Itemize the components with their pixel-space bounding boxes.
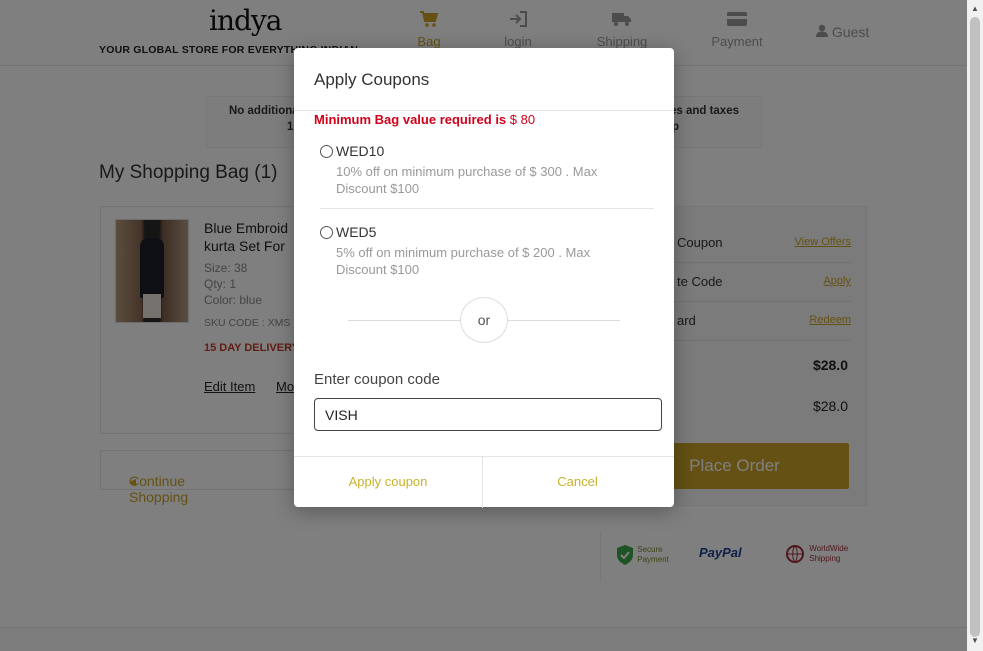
dialog-title: Apply Coupons xyxy=(314,70,430,89)
divider xyxy=(294,110,674,111)
min-bag-amount: $ 80 xyxy=(509,112,536,127)
coupon-code: WED10 xyxy=(336,143,385,159)
coupon-code-input[interactable] xyxy=(314,398,662,431)
scroll-up-arrow-icon[interactable]: ▲ xyxy=(971,4,979,13)
or-separator: or xyxy=(460,297,508,343)
coupon-option-wed5[interactable]: WED5 5% off on minimum purchase of $ 200… xyxy=(320,224,654,278)
dialog-footer: Apply coupon Cancel xyxy=(294,456,674,508)
coupon-code: WED5 xyxy=(336,224,377,240)
apply-coupons-dialog: Apply Coupons Minimum Bag value required… xyxy=(294,48,674,508)
scrollbar-thumb[interactable] xyxy=(970,17,980,637)
divider xyxy=(320,208,654,209)
min-bag-warning: Minimum Bag value required is $ 80 xyxy=(314,112,536,127)
apply-coupon-button[interactable]: Apply coupon xyxy=(294,457,483,508)
scroll-down-arrow-icon[interactable]: ▼ xyxy=(971,636,979,645)
page-scrollbar[interactable]: ▲ ▼ xyxy=(967,0,983,651)
coupon-option-wed10[interactable]: WED10 10% off on minimum purchase of $ 3… xyxy=(320,143,654,197)
cancel-button[interactable]: Cancel xyxy=(483,457,672,508)
coupon-radio[interactable] xyxy=(320,225,333,239)
coupon-radio[interactable] xyxy=(320,144,333,158)
coupon-description: 10% off on minimum purchase of $ 300 . M… xyxy=(336,164,598,196)
coupon-code-label: Enter coupon code xyxy=(314,371,440,388)
coupon-description: 5% off on minimum purchase of $ 200 . Ma… xyxy=(336,245,591,277)
